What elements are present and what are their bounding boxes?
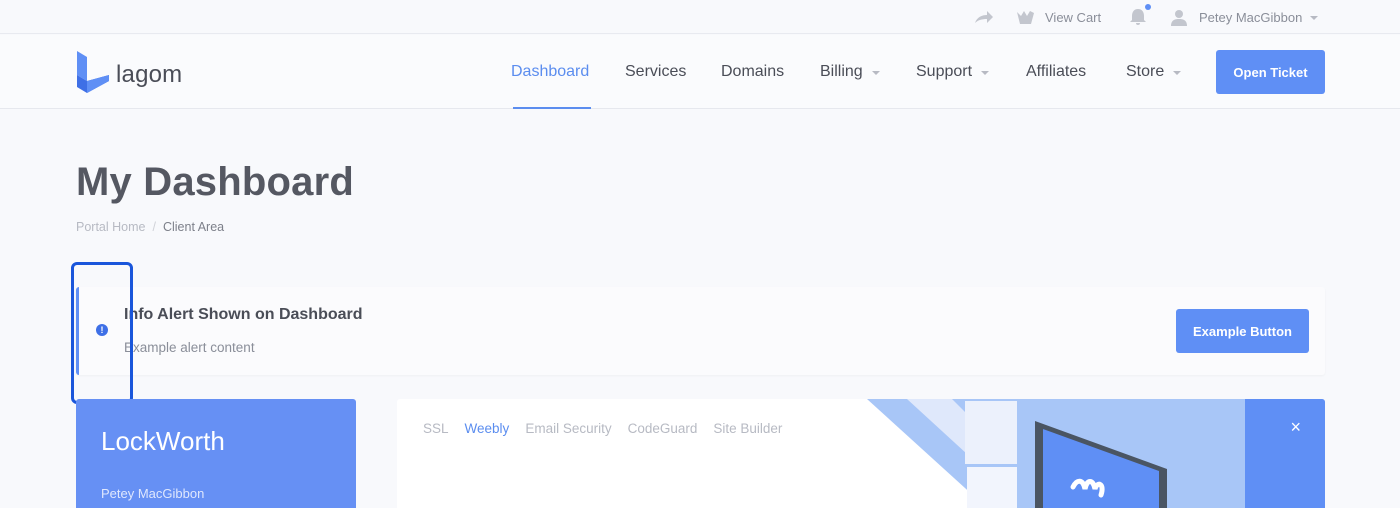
example-button[interactable]: Example Button xyxy=(1176,309,1309,353)
alert-title: Info Alert Shown on Dashboard xyxy=(124,306,363,323)
user-menu[interactable]: Petey MacGibbon xyxy=(1171,0,1319,34)
tab-codeguard[interactable]: CodeGuard xyxy=(628,421,698,436)
close-icon[interactable]: × xyxy=(1290,418,1301,436)
nav-affiliates[interactable]: Affiliates xyxy=(1026,35,1086,109)
tab-site-builder[interactable]: Site Builder xyxy=(713,421,782,436)
share-arrow-icon[interactable] xyxy=(974,0,994,34)
user-icon xyxy=(1171,9,1187,26)
chevron-down-icon xyxy=(1310,16,1319,20)
view-cart-link[interactable]: View Cart xyxy=(1016,0,1101,34)
nav-services-label: Services xyxy=(625,63,687,80)
info-alert: ! Info Alert Shown on Dashboard Example … xyxy=(76,287,1325,375)
basket-icon xyxy=(1016,10,1035,25)
brand-name: lagom xyxy=(116,60,183,88)
nav-services[interactable]: Services xyxy=(625,35,686,109)
main-header: lagom Dashboard Services Domains Billing… xyxy=(0,35,1400,109)
nav-billing[interactable]: Billing xyxy=(820,35,880,109)
nav-support[interactable]: Support xyxy=(916,35,990,109)
notification-dot xyxy=(1145,4,1151,10)
nav-store-label: Store xyxy=(1126,63,1165,80)
view-cart-label: View Cart xyxy=(1045,9,1102,25)
chevron-down-icon xyxy=(981,71,990,75)
tab-ssl[interactable]: SSL xyxy=(423,421,449,436)
lagom-logo-icon xyxy=(76,51,110,98)
user-name: Petey MacGibbon xyxy=(1199,9,1303,25)
nav-support-label: Support xyxy=(916,63,973,80)
nav-dashboard-label: Dashboard xyxy=(511,63,590,80)
bell-icon xyxy=(1129,4,1151,26)
nav-domains-label: Domains xyxy=(721,63,785,80)
notifications-button[interactable] xyxy=(1129,0,1151,34)
nav-billing-label: Billing xyxy=(820,63,863,80)
nav-active-indicator xyxy=(513,107,592,109)
breadcrumb: Portal Home / Client Area xyxy=(76,220,224,234)
nav-domains[interactable]: Domains xyxy=(721,35,784,109)
brand-logo[interactable]: lagom xyxy=(76,51,182,98)
highlight-annotation xyxy=(71,262,133,404)
page-title: My Dashboard xyxy=(76,160,355,204)
client-contact-name: Petey MacGibbon xyxy=(101,486,205,501)
client-card: LockWorth Petey MacGibbon xyxy=(76,399,356,508)
nav-store[interactable]: Store xyxy=(1126,35,1182,109)
breadcrumb-client-area: Client Area xyxy=(162,220,225,234)
breadcrumb-portal-home[interactable]: Portal Home xyxy=(76,220,145,234)
chevron-down-icon xyxy=(1173,71,1182,75)
alert-body: Example alert content xyxy=(124,340,255,355)
weebly-promo-illustration xyxy=(867,399,1325,508)
chevron-down-icon xyxy=(871,71,880,75)
promo-tabs: SSL Weebly Email Security CodeGuard Site… xyxy=(423,421,798,436)
open-ticket-button[interactable]: Open Ticket xyxy=(1216,50,1325,94)
promo-panel: SSL Weebly Email Security CodeGuard Site… xyxy=(397,399,1325,508)
client-company-name: LockWorth xyxy=(101,426,225,456)
tab-weebly[interactable]: Weebly xyxy=(465,421,510,436)
tab-email-security[interactable]: Email Security xyxy=(525,421,611,436)
nav-dashboard[interactable]: Dashboard xyxy=(511,35,592,109)
top-bar: View Cart Petey MacGibbon xyxy=(0,0,1400,34)
breadcrumb-separator: / xyxy=(152,220,156,234)
nav-affiliates-label: Affiliates xyxy=(1026,63,1087,80)
